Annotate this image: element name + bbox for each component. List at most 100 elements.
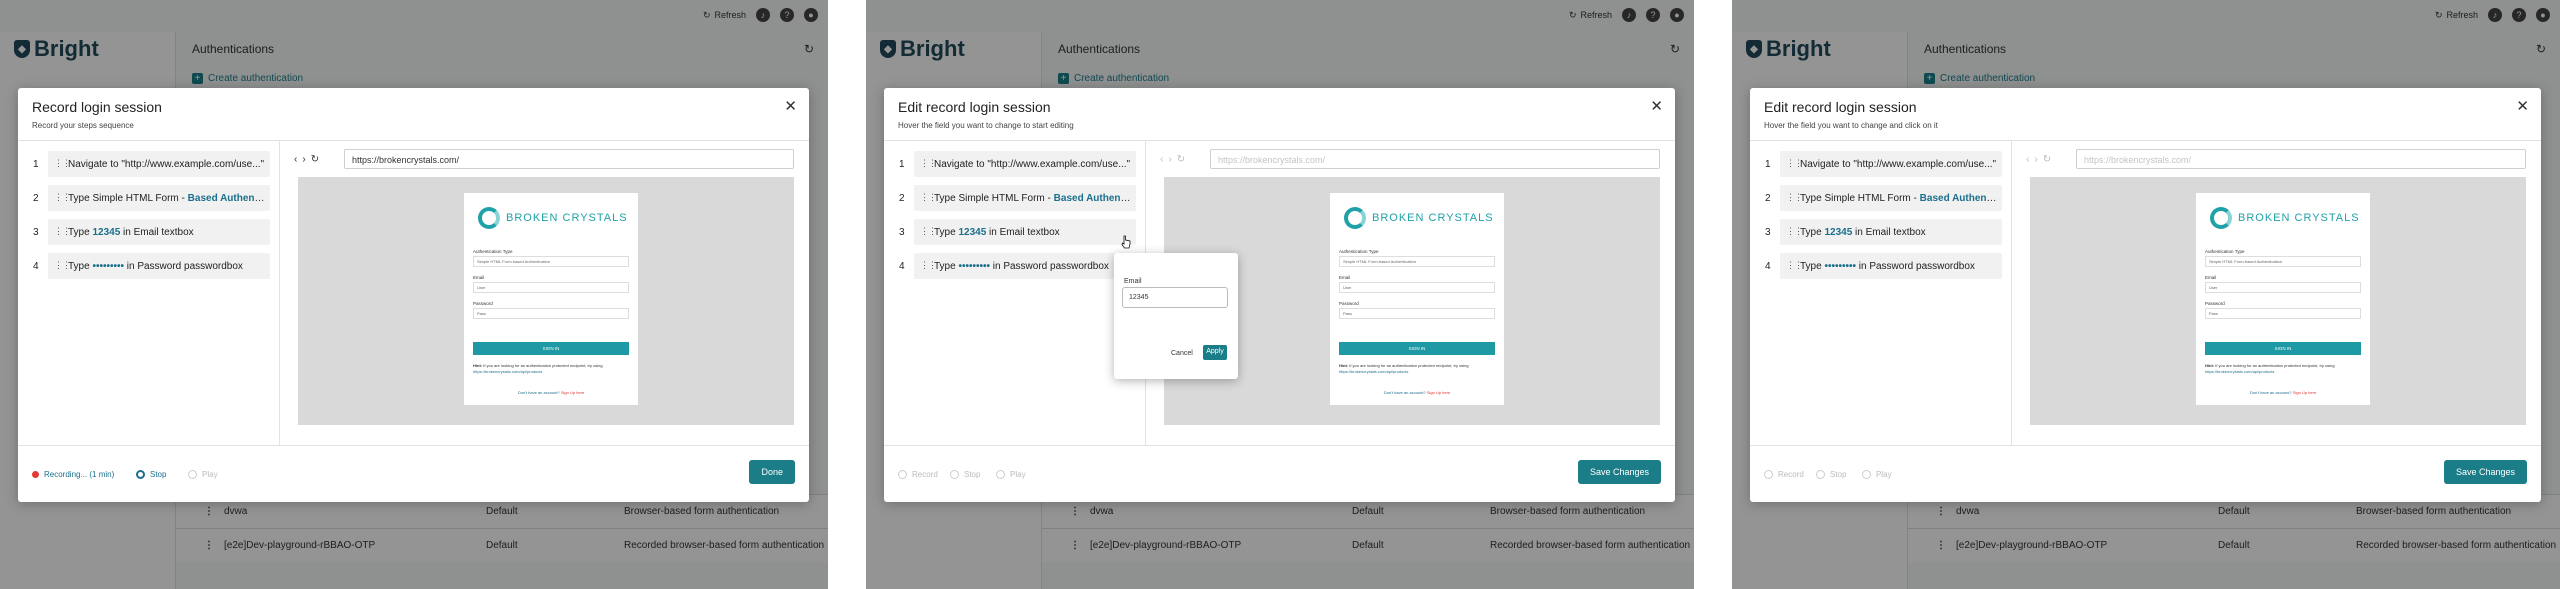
- reload-icon[interactable]: ↻: [1177, 154, 1190, 165]
- help-icon[interactable]: ?: [780, 8, 794, 22]
- save-changes-button[interactable]: Save Changes: [2443, 460, 2527, 484]
- table-row[interactable]: ⋮ [e2e]Dev-playground-rBBAO-OTP Default …: [1908, 528, 2560, 562]
- bell-icon[interactable]: ♪: [1622, 8, 1636, 22]
- auth-type-select[interactable]: Simple HTML Form-based Authentication: [1339, 256, 1495, 267]
- step-box[interactable]: ⋮⋮ Type 12345 in Email textbox: [914, 219, 1136, 245]
- user-icon[interactable]: ●: [804, 8, 818, 22]
- step-box[interactable]: ⋮⋮ Navigate to "http://www.example.com/u…: [914, 151, 1136, 177]
- step-item[interactable]: 1 ⋮⋮ Navigate to "http://www.example.com…: [896, 151, 1136, 177]
- step-item[interactable]: 1 ⋮⋮ Navigate to "http://www.example.com…: [1762, 151, 2002, 177]
- reload-icon[interactable]: ↻: [311, 154, 324, 165]
- auth-type-select[interactable]: Simple HTML Form-based Authentication: [2205, 256, 2361, 267]
- refresh-icon[interactable]: ↻: [2536, 42, 2546, 56]
- cancel-button[interactable]: Cancel: [1171, 350, 1193, 357]
- step-value[interactable]: •••••••••: [958, 261, 990, 272]
- site-signup-link[interactable]: Sign Up here: [2293, 390, 2316, 395]
- site-password-input[interactable]: Pass: [1339, 308, 1495, 319]
- step-value[interactable]: •••••••••: [1824, 261, 1856, 272]
- step-box[interactable]: ⋮⋮ Type Simple HTML Form - Based Authent…: [48, 185, 270, 211]
- site-hint-link[interactable]: https://brokencrystals.com/api/products: [1339, 369, 1408, 374]
- site-hint-link[interactable]: https://brokencrystals.com/api/products: [473, 369, 542, 374]
- row-menu-icon[interactable]: ⋮: [1070, 540, 1080, 551]
- step-value[interactable]: 12345: [1824, 227, 1852, 238]
- table-row[interactable]: ⋮ [e2e]Dev-playground-rBBAO-OTP Default …: [1042, 528, 1694, 562]
- user-icon[interactable]: ●: [2536, 8, 2550, 22]
- done-button[interactable]: Done: [749, 460, 795, 484]
- step-item[interactable]: 2 ⋮⋮ Type Simple HTML Form - Based Authe…: [896, 185, 1136, 211]
- row-menu-icon[interactable]: ⋮: [204, 506, 214, 517]
- create-authentication-button[interactable]: + Create authentication: [192, 73, 303, 84]
- row-menu-icon[interactable]: ⋮: [1070, 506, 1080, 517]
- site-signin-button[interactable]: SIGN IN: [1339, 342, 1495, 355]
- stop-button[interactable]: Stop: [136, 470, 166, 479]
- record-button[interactable]: Record: [1764, 470, 1804, 479]
- step-value[interactable]: Based Authentica...: [1054, 193, 1132, 204]
- record-button[interactable]: Record: [898, 470, 938, 479]
- refresh-button[interactable]: ↻ Refresh: [703, 10, 746, 21]
- refresh-button[interactable]: ↻ Refresh: [2435, 10, 2478, 21]
- bell-icon[interactable]: ♪: [2488, 8, 2502, 22]
- url-input[interactable]: https://brokencrystals.com/: [1210, 149, 1660, 169]
- step-item[interactable]: 3 ⋮⋮ Type 12345 in Email textbox: [30, 219, 270, 245]
- step-box[interactable]: ⋮⋮ Type 12345 in Email textbox: [1780, 219, 2002, 245]
- step-value[interactable]: 12345: [958, 227, 986, 238]
- step-box[interactable]: ⋮⋮ Type ••••••••• in Password passwordbo…: [1780, 253, 2002, 279]
- step-value[interactable]: 12345: [92, 227, 120, 238]
- step-item[interactable]: 2 ⋮⋮ Type Simple HTML Form - Based Authe…: [1762, 185, 2002, 211]
- step-item[interactable]: 4 ⋮⋮ Type ••••••••• in Password password…: [30, 253, 270, 279]
- refresh-button[interactable]: ↻ Refresh: [1569, 10, 1612, 21]
- stop-button[interactable]: Stop: [950, 470, 980, 479]
- reload-icon[interactable]: ↻: [2043, 154, 2056, 165]
- step-box[interactable]: ⋮⋮ Navigate to "http://www.example.com/u…: [1780, 151, 2002, 177]
- step-box[interactable]: ⋮⋮ Type Simple HTML Form - Based Authent…: [1780, 185, 2002, 211]
- site-signup-link[interactable]: Sign Up here: [1427, 390, 1450, 395]
- step-item[interactable]: 1 ⋮⋮ Navigate to "http://www.example.com…: [30, 151, 270, 177]
- step-box[interactable]: ⋮⋮ Type ••••••••• in Password passwordbo…: [48, 253, 270, 279]
- close-icon[interactable]: ✕: [784, 97, 797, 115]
- site-hint-link[interactable]: https://brokencrystals.com/api/products: [2205, 369, 2274, 374]
- url-input[interactable]: https://brokencrystals.com/: [2076, 149, 2526, 169]
- refresh-icon[interactable]: ↻: [1670, 42, 1680, 56]
- step-item[interactable]: 3 ⋮⋮ Type 12345 in Email textbox: [896, 219, 1136, 245]
- create-authentication-button[interactable]: + Create authentication: [1924, 73, 2035, 84]
- step-box[interactable]: ⋮⋮ Navigate to "http://www.example.com/u…: [48, 151, 270, 177]
- step-item[interactable]: 4 ⋮⋮ Type ••••••••• in Password password…: [1762, 253, 2002, 279]
- site-signin-button[interactable]: SIGN IN: [2205, 342, 2361, 355]
- forward-icon[interactable]: ›: [2034, 154, 2042, 165]
- row-menu-icon[interactable]: ⋮: [1936, 506, 1946, 517]
- stop-button[interactable]: Stop: [1816, 470, 1846, 479]
- step-item[interactable]: 4 ⋮⋮ Type ••••••••• in Password password…: [896, 253, 1136, 279]
- help-icon[interactable]: ?: [2512, 8, 2526, 22]
- close-icon[interactable]: ✕: [1650, 97, 1663, 115]
- url-input[interactable]: https://brokencrystals.com/: [344, 149, 794, 169]
- step-value[interactable]: •••••••••: [92, 261, 124, 272]
- site-signup-link[interactable]: Sign Up here: [561, 390, 584, 395]
- forward-icon[interactable]: ›: [1168, 154, 1176, 165]
- auth-type-select[interactable]: Simple HTML Form-based Authentication: [473, 256, 629, 267]
- site-email-input[interactable]: User: [1339, 282, 1495, 293]
- site-email-input[interactable]: User: [473, 282, 629, 293]
- save-changes-button[interactable]: Save Changes: [1577, 460, 1661, 484]
- row-menu-icon[interactable]: ⋮: [1936, 540, 1946, 551]
- step-value[interactable]: Based Authentica...: [188, 193, 266, 204]
- play-button[interactable]: Play: [1862, 470, 1892, 479]
- site-signin-button[interactable]: SIGN IN: [473, 342, 629, 355]
- step-value[interactable]: Based Authentica...: [1920, 193, 1998, 204]
- close-icon[interactable]: ✕: [2516, 97, 2529, 115]
- apply-button[interactable]: Apply: [1203, 345, 1227, 360]
- forward-icon[interactable]: ›: [302, 154, 310, 165]
- step-box[interactable]: ⋮⋮ Type 12345 in Email textbox: [48, 219, 270, 245]
- row-menu-icon[interactable]: ⋮: [204, 540, 214, 551]
- record-button[interactable]: Recording... (1 min): [32, 470, 114, 479]
- step-box[interactable]: ⋮⋮ Type Simple HTML Form - Based Authent…: [914, 185, 1136, 211]
- site-email-input[interactable]: User: [2205, 282, 2361, 293]
- user-icon[interactable]: ●: [1670, 8, 1684, 22]
- step-item[interactable]: 3 ⋮⋮ Type 12345 in Email textbox: [1762, 219, 2002, 245]
- play-button[interactable]: Play: [996, 470, 1026, 479]
- popover-email-input[interactable]: 12345: [1122, 287, 1228, 308]
- play-button[interactable]: Play: [188, 470, 218, 479]
- bell-icon[interactable]: ♪: [756, 8, 770, 22]
- step-item[interactable]: 2 ⋮⋮ Type Simple HTML Form - Based Authe…: [30, 185, 270, 211]
- site-password-input[interactable]: Pass: [473, 308, 629, 319]
- table-row[interactable]: ⋮ [e2e]Dev-playground-rBBAO-OTP Default …: [176, 528, 828, 562]
